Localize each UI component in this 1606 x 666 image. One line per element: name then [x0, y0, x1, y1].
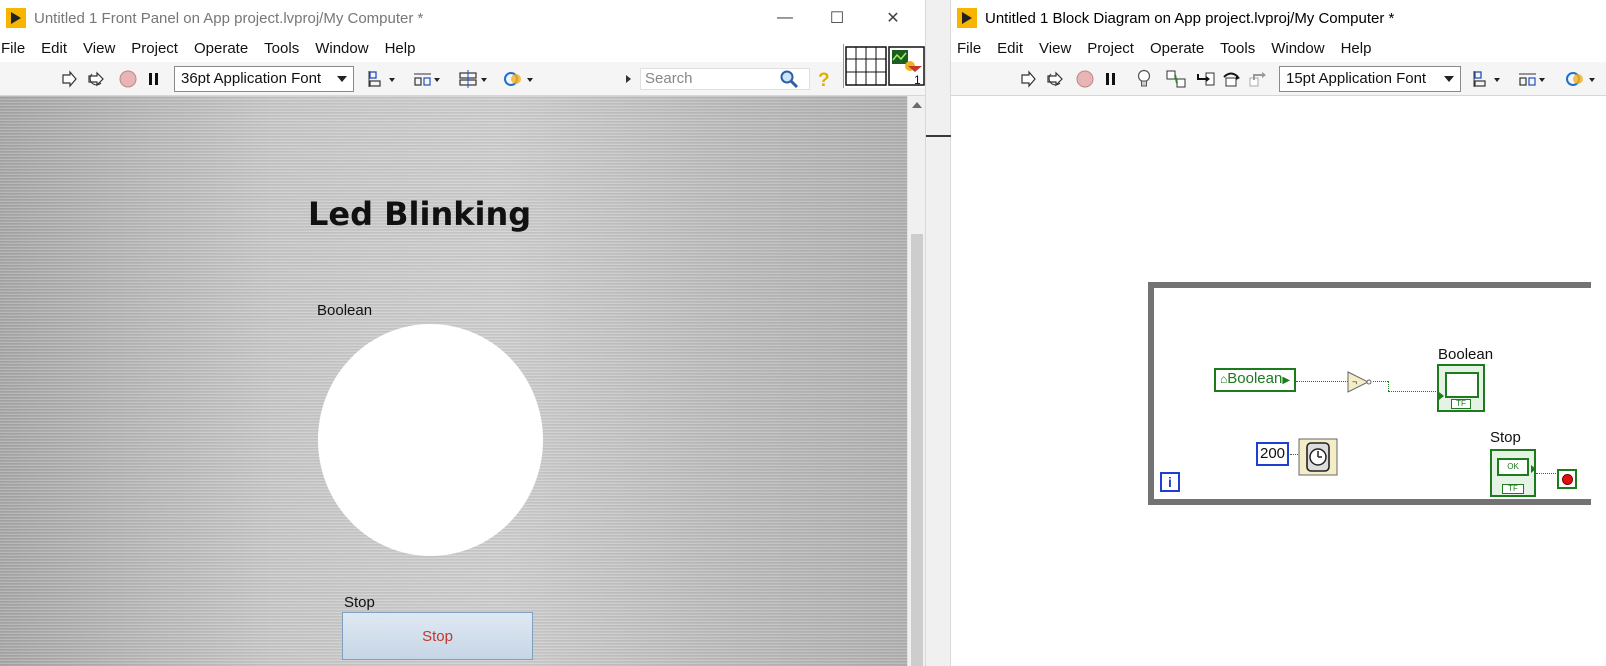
menu-view[interactable]: View [1031, 36, 1079, 62]
chevron-down-icon [337, 76, 347, 82]
step-over-icon[interactable] [1221, 68, 1243, 90]
tf-label: TF [1502, 484, 1524, 494]
font-selector[interactable]: 15pt Application Font [1279, 66, 1461, 92]
distribute-icon[interactable] [1515, 68, 1549, 90]
close-button[interactable]: ✕ [870, 0, 916, 36]
output-arrow-icon [1531, 465, 1536, 473]
svg-text:?: ? [818, 70, 830, 89]
boolean-indicator-label: Boolean [1438, 346, 1494, 363]
font-selector[interactable]: 36pt Application Font [174, 66, 354, 92]
ok-label: OK [1497, 458, 1529, 476]
search-placeholder: Search [645, 70, 693, 87]
help-icon[interactable]: ? [814, 68, 834, 90]
menu-tools[interactable]: Tools [1212, 36, 1263, 62]
svg-text:¬: ¬ [1352, 377, 1357, 387]
window-title: Untitled 1 Front Panel on App project.lv… [34, 9, 424, 27]
align-icon[interactable] [1471, 68, 1503, 90]
menu-window[interactable]: Window [1263, 36, 1332, 62]
search-icon[interactable] [776, 68, 802, 90]
search-expand-icon[interactable] [624, 68, 634, 90]
input-arrow-icon [1439, 392, 1444, 400]
stop-control-terminal[interactable]: OK TF [1490, 449, 1536, 497]
menu-file[interactable]: File [951, 36, 989, 62]
connector-pane-number: 1 [914, 73, 921, 87]
font-selector-value: 15pt Application Font [1286, 70, 1427, 87]
led-indicator[interactable] [318, 324, 543, 556]
resize-icon[interactable] [455, 68, 491, 90]
retain-wire-values-icon[interactable] [1164, 68, 1188, 90]
abort-icon[interactable] [1074, 68, 1096, 90]
menu-help[interactable]: Help [377, 36, 424, 62]
chevron-down-icon [1444, 76, 1454, 82]
front-panel-window: Untitled 1 Front Panel on App project.lv… [0, 0, 925, 666]
stop-terminal-label: Stop [1490, 429, 1521, 446]
run-continuous-icon[interactable] [1043, 68, 1067, 90]
block-diagram-titlebar[interactable]: Untitled 1 Block Diagram on App project.… [951, 0, 1606, 36]
menu-project[interactable]: Project [1079, 36, 1142, 62]
menu-help[interactable]: Help [1333, 36, 1380, 62]
tf-label: TF [1451, 399, 1471, 409]
connector-pane-area: 1 [843, 44, 925, 88]
reorder-icon[interactable] [501, 68, 537, 90]
block-diagram-toolbar: 15pt Application Font [951, 62, 1606, 96]
stop-button-text: Stop [422, 627, 453, 645]
window-title: Untitled 1 Block Diagram on App project.… [985, 9, 1395, 27]
front-panel-toolbar: 36pt Application Font Search ? [0, 62, 925, 96]
wire[interactable] [1388, 391, 1436, 392]
wire[interactable] [1290, 454, 1298, 455]
wire[interactable] [1388, 381, 1389, 391]
output-arrow-icon: ▶ [1282, 375, 1291, 386]
minimize-button[interactable]: — [762, 0, 808, 36]
front-panel-menubar: File Edit View Project Operate Tools Win… [0, 36, 925, 62]
labview-app-icon [957, 8, 977, 28]
wait-constant[interactable]: 200 [1256, 442, 1290, 466]
maximize-button[interactable]: ☐ [814, 0, 860, 36]
menu-edit[interactable]: Edit [33, 36, 75, 62]
connector-pane-icon[interactable] [844, 44, 925, 88]
menu-operate[interactable]: Operate [186, 36, 256, 62]
run-arrow-icon[interactable] [58, 68, 80, 90]
highlight-execution-icon[interactable] [1134, 68, 1154, 90]
reorder-icon[interactable] [1563, 68, 1599, 90]
window-gutter [925, 0, 952, 666]
labview-app-icon [6, 8, 26, 28]
wait-ms-icon[interactable] [1298, 438, 1338, 476]
block-diagram-window: Untitled 1 Block Diagram on App project.… [951, 0, 1606, 666]
wire[interactable] [1373, 381, 1388, 382]
menu-view[interactable]: View [75, 36, 123, 62]
run-continuous-icon[interactable] [84, 68, 108, 90]
menu-window[interactable]: Window [307, 36, 376, 62]
menu-project[interactable]: Project [123, 36, 186, 62]
step-into-icon[interactable] [1195, 68, 1217, 90]
not-function-icon[interactable]: ¬ [1346, 370, 1372, 394]
page-heading: Led Blinking [308, 195, 532, 233]
stop-label: Stop [344, 594, 375, 611]
pause-icon[interactable] [1102, 68, 1120, 90]
wire[interactable] [1536, 473, 1556, 474]
align-icon[interactable] [366, 68, 398, 90]
menu-file[interactable]: File [0, 36, 33, 62]
distribute-icon[interactable] [410, 68, 444, 90]
abort-icon[interactable] [117, 68, 139, 90]
local-variable-label: Boolean [1227, 370, 1283, 387]
stop-terminal-icon[interactable] [1557, 469, 1577, 489]
menu-tools[interactable]: Tools [256, 36, 307, 62]
loop-iteration-terminal[interactable]: i [1160, 472, 1180, 492]
menu-operate[interactable]: Operate [1142, 36, 1212, 62]
scrollbar-thumb[interactable] [911, 234, 923, 666]
boolean-local-variable[interactable]: ⌂Boolean▶ [1214, 368, 1297, 392]
stop-button[interactable]: Stop [342, 612, 533, 660]
wire[interactable] [1296, 381, 1348, 382]
vertical-scrollbar[interactable] [907, 96, 925, 666]
scroll-up-arrow-icon[interactable] [912, 102, 922, 108]
boolean-indicator-terminal[interactable]: TF [1437, 364, 1485, 412]
block-diagram-menubar: File Edit View Project Operate Tools Win… [951, 36, 1606, 62]
boolean-label: Boolean [317, 302, 373, 319]
font-selector-value: 36pt Application Font [181, 70, 322, 87]
pause-icon[interactable] [145, 68, 163, 90]
run-arrow-icon[interactable] [1017, 68, 1039, 90]
menu-edit[interactable]: Edit [989, 36, 1031, 62]
step-out-icon[interactable] [1247, 68, 1269, 90]
indicator-face [1445, 372, 1479, 398]
